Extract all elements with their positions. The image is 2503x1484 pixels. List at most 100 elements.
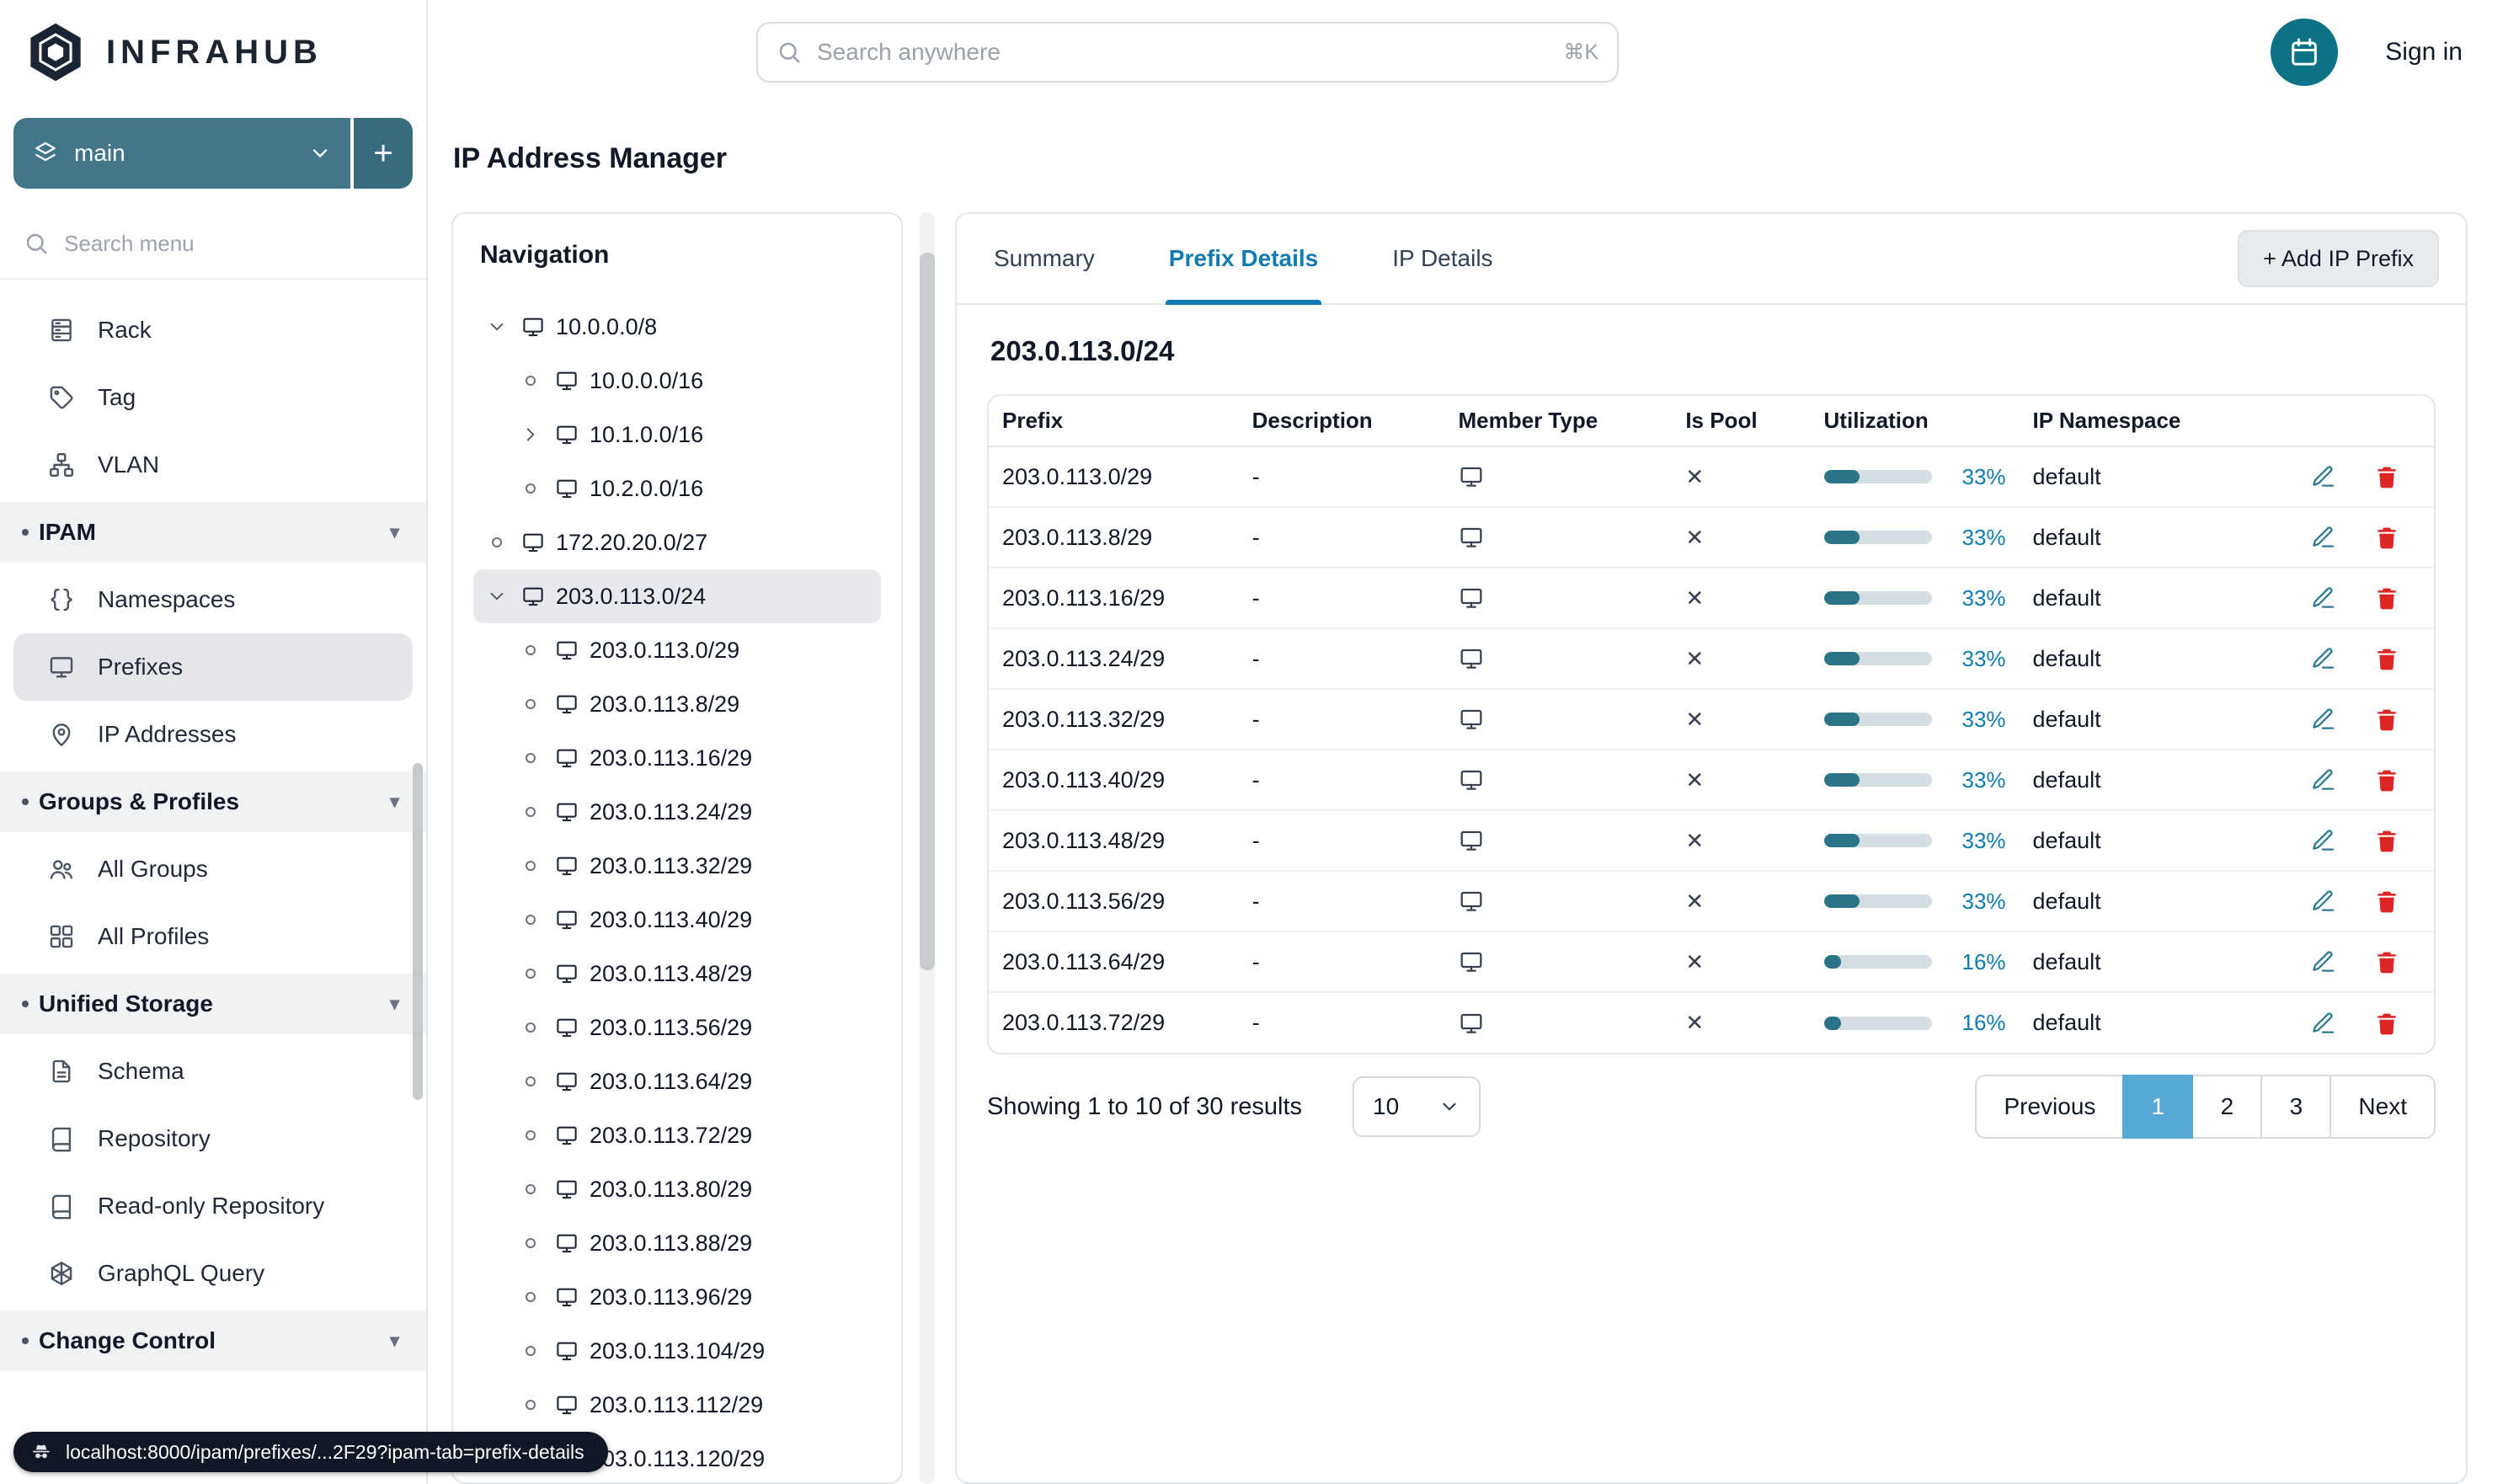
delete-button[interactable] [2373, 948, 2400, 975]
sidebar-item-tag[interactable]: Tag [13, 364, 413, 431]
page-1-button[interactable]: 1 [2122, 1075, 2194, 1139]
edit-button[interactable] [2309, 585, 2336, 611]
table-row[interactable]: 203.0.113.0/29- ✕ 33% default [989, 446, 2434, 508]
menu-search[interactable] [0, 209, 426, 280]
table-row[interactable]: 203.0.113.16/29- ✕ 33% default [989, 568, 2434, 629]
sidebar-section-groups-profiles[interactable]: Groups & Profiles ▾ [0, 771, 426, 832]
menu-search-input[interactable] [64, 230, 403, 257]
table-row[interactable]: 203.0.113.8/29- ✕ 33% default [989, 507, 2434, 569]
tree-item[interactable]: 172.20.20.0/27 [473, 515, 881, 569]
table-row[interactable]: 203.0.113.64/29- ✕ 16% default [989, 932, 2434, 993]
tree-item[interactable]: 203.0.113.0/29 [473, 623, 881, 677]
delete-button[interactable] [2373, 827, 2400, 854]
delete-button[interactable] [2373, 585, 2400, 611]
tree-item[interactable]: 203.0.113.24/29 [473, 785, 881, 839]
page-2-button[interactable]: 2 [2191, 1075, 2263, 1139]
table-row[interactable]: 203.0.113.24/29- ✕ 33% default [989, 628, 2434, 690]
sidebar-section-change-control[interactable]: Change Control ▾ [0, 1311, 426, 1371]
edit-button[interactable] [2309, 766, 2336, 793]
page-size-select[interactable]: 10 [1353, 1076, 1481, 1137]
table-row[interactable]: 203.0.113.72/29 - ✕ 16% default [989, 992, 2434, 1053]
delete-button[interactable] [2373, 766, 2400, 793]
tree-item[interactable]: 203.0.113.96/29 [473, 1270, 881, 1324]
sidebar-item-label: Rack [98, 317, 152, 343]
tree-item[interactable]: 10.0.0.0/8 [473, 300, 881, 354]
tree-item[interactable]: 203.0.113.8/29 [473, 677, 881, 731]
tree-item[interactable]: 10.2.0.0/16 [473, 462, 881, 515]
utilization-bar-fill [1823, 894, 1860, 908]
edit-button[interactable] [2309, 827, 2336, 854]
sidebar-item-schema[interactable]: Schema [13, 1038, 413, 1105]
logo[interactable]: INFRAHUB [0, 0, 426, 104]
next-page-button[interactable]: Next [2330, 1075, 2436, 1139]
prefix-label: 203.0.113.120/29 [590, 1445, 766, 1471]
tree-item[interactable]: 203.0.113.88/29 [473, 1216, 881, 1270]
tab-prefix-details[interactable]: Prefix Details [1165, 214, 1321, 305]
edit-button[interactable] [2309, 645, 2336, 672]
tree-item[interactable]: 203.0.113.104/29 [473, 1324, 881, 1378]
sidebar-scrollbar-thumb[interactable] [413, 763, 423, 1100]
tree-item[interactable]: 203.0.113.32/29 [473, 839, 881, 893]
tree-item[interactable]: 203.0.113.64/29 [473, 1054, 881, 1108]
delete-button[interactable] [2373, 706, 2400, 733]
page-3-button[interactable]: 3 [2260, 1075, 2332, 1139]
tree-scrollbar[interactable] [920, 212, 935, 1484]
delete-button[interactable] [2373, 524, 2400, 551]
previous-page-button[interactable]: Previous [1975, 1075, 2125, 1139]
tree-item[interactable]: 203.0.113.72/29 [473, 1108, 881, 1162]
tree-item[interactable]: 203.0.113.112/29 [473, 1378, 881, 1432]
delete-button[interactable] [2373, 645, 2400, 672]
sidebar-item-ip-addresses[interactable]: IP Addresses [13, 701, 413, 768]
global-search-input[interactable] [817, 39, 1549, 66]
member-type-cell [1444, 810, 1673, 872]
sidebar: INFRAHUB main + Rack Tag VLAN IPAM ▾ Namespac… [0, 0, 428, 1484]
calendar-button[interactable] [2271, 19, 2339, 86]
sidebar-item-vlan[interactable]: VLAN [13, 431, 413, 499]
sidebar-item-read-only-repository[interactable]: Read-only Repository [13, 1172, 413, 1240]
table-row[interactable]: 203.0.113.32/29- ✕ 33% default [989, 689, 2434, 750]
chevron-down-icon[interactable] [483, 585, 510, 607]
tree-item[interactable]: 203.0.113.80/29 [473, 1162, 881, 1216]
delete-button[interactable] [2373, 463, 2400, 490]
edit-button[interactable] [2309, 888, 2336, 915]
tree-item[interactable]: 203.0.113.40/29 [473, 893, 881, 947]
table-row[interactable]: 203.0.113.56/29- ✕ 33% default [989, 871, 2434, 932]
tree-item[interactable]: 203.0.113.0/24 [473, 569, 881, 623]
tree-item[interactable]: 203.0.113.48/29 [473, 947, 881, 1001]
table-row[interactable]: 203.0.113.40/29- ✕ 33% default [989, 750, 2434, 811]
edit-button[interactable] [2309, 706, 2336, 733]
delete-button[interactable] [2373, 1010, 2400, 1037]
delete-button[interactable] [2373, 888, 2400, 915]
tab-summary[interactable]: Summary [990, 214, 1098, 303]
leaf-bullet-icon [517, 807, 544, 817]
tab-ip-details[interactable]: IP Details [1389, 214, 1496, 303]
tree-scrollbar-thumb[interactable] [920, 253, 935, 970]
sidebar-section-unified-storage[interactable]: Unified Storage ▾ [0, 974, 426, 1034]
sidebar-item-repository[interactable]: Repository [13, 1105, 413, 1172]
sidebar-item-prefixes[interactable]: Prefixes [13, 633, 413, 701]
branch-selector[interactable]: main [13, 118, 350, 189]
sidebar-item-rack[interactable]: Rack [13, 296, 413, 364]
chevron-down-icon[interactable] [483, 316, 510, 338]
chevron-right-icon[interactable] [517, 424, 544, 446]
sidebar-item-graphql-query[interactable]: GraphQL Query [13, 1240, 413, 1307]
prefix-cell: 203.0.113.48/29 [989, 810, 1239, 872]
tree-item[interactable]: 203.0.113.16/29 [473, 731, 881, 785]
sidebar-item-all-profiles[interactable]: All Profiles [13, 903, 413, 970]
sidebar-item-all-groups[interactable]: All Groups [13, 835, 413, 903]
sidebar-item-namespaces[interactable]: Namespaces [13, 566, 413, 633]
sidebar-item-label: All Groups [98, 856, 208, 882]
edit-button[interactable] [2309, 1010, 2336, 1037]
edit-button[interactable] [2309, 948, 2336, 975]
edit-button[interactable] [2309, 463, 2336, 490]
sign-in-link[interactable]: Sign in [2385, 38, 2463, 67]
edit-button[interactable] [2309, 524, 2336, 551]
tree-item[interactable]: 203.0.113.56/29 [473, 1001, 881, 1054]
create-branch-button[interactable]: + [354, 118, 413, 189]
tree-item[interactable]: 10.0.0.0/16 [473, 354, 881, 408]
table-row[interactable]: 203.0.113.48/29- ✕ 33% default [989, 810, 2434, 872]
add-ip-prefix-button[interactable]: + Add IP Prefix [2238, 230, 2439, 287]
sidebar-section-ipam[interactable]: IPAM ▾ [0, 502, 426, 563]
global-search[interactable]: ⌘K [756, 22, 1619, 83]
tree-item[interactable]: 10.1.0.0/16 [473, 408, 881, 462]
